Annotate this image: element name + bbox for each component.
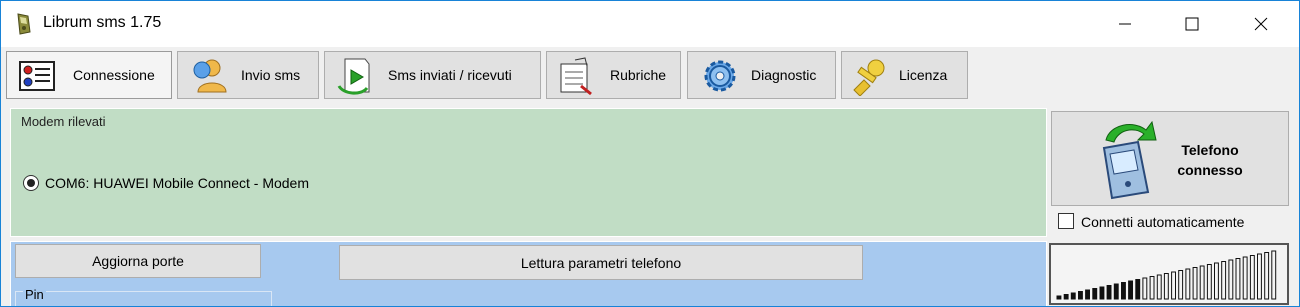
signal-bar [1163,273,1169,300]
modem-panel: Modem rilevati COM6: HUAWEI Mobile Conne… [10,108,1047,237]
signal-bar [1135,279,1141,300]
signal-meter [1049,243,1289,305]
signal-bar [1056,295,1062,300]
tab-label: Licenza [899,67,948,83]
signal-bar [1249,255,1255,300]
title-bar: Librum sms 1.75 [1,1,1299,47]
signal-bar [1070,292,1076,300]
tab-label: Diagnostic [751,67,817,83]
app-window: Librum sms 1.75 Connessione Invio sms Sm… [0,0,1300,307]
signal-bar [1206,264,1212,300]
address-book-icon [560,57,592,96]
pin-group-title: Pin [23,287,46,302]
pin-group [15,291,272,306]
tab-sms-inviati-ricevuti[interactable]: Sms inviati / ricevuti [324,51,541,99]
close-button[interactable] [1238,1,1284,47]
signal-bar [1092,288,1098,300]
tab-label: Rubriche [610,67,667,83]
tab-licenza[interactable]: Licenza [841,51,968,99]
signal-bar [1142,277,1148,300]
minimize-icon [1119,23,1131,25]
toolbar: Connessione Invio sms Sms inviati / rice… [1,47,1299,107]
signal-bar [1264,252,1270,300]
signal-bar [1149,276,1155,300]
signal-bar [1242,256,1248,300]
auto-connect-label[interactable]: Connetti automaticamente [1081,214,1244,230]
modem-radio-label[interactable]: COM6: HUAWEI Mobile Connect - Modem [45,175,309,191]
close-icon [1254,17,1268,31]
phone-label-line1: Telefono [1181,142,1239,158]
signal-bar [1085,289,1090,300]
phone-connect-button[interactable]: Telefono connesso [1051,111,1289,206]
tab-rubriche[interactable]: Rubriche [546,51,681,99]
refresh-ports-button[interactable]: Aggiorna porte [15,244,261,278]
tab-invio-sms[interactable]: Invio sms [177,51,319,99]
sms-book-icon [17,13,31,35]
signal-bar [1192,267,1198,300]
signal-bar [1063,294,1069,300]
signal-bar [1271,250,1277,300]
signal-bar [1199,265,1205,300]
signal-bar [1221,261,1227,300]
signal-bar [1156,274,1162,300]
maximize-icon [1185,17,1199,31]
tab-label: Sms inviati / ricevuti [388,67,512,83]
keys-icon [853,59,885,96]
gear-icon [704,60,736,92]
tab-connessione[interactable]: Connessione [6,51,172,99]
phone-connect-label: Telefono connesso [1164,140,1256,180]
connection-icon [19,61,55,91]
signal-bar [1214,262,1219,300]
signal-bar [1113,283,1119,300]
phone-label-line2: connesso [1177,162,1243,178]
modem-radio[interactable] [23,175,39,191]
signal-bar [1171,271,1176,300]
tab-label: Invio sms [241,67,301,83]
tab-diagnostic[interactable]: Diagnostic [687,51,836,99]
modem-group-title: Modem rilevati [21,114,106,129]
mobile-phone-icon [1102,120,1157,200]
signal-bar [1257,253,1262,300]
signal-bar [1178,270,1184,300]
send-sms-icon [193,59,227,93]
signal-bar [1128,280,1133,300]
minimize-button[interactable] [1102,1,1148,47]
read-phone-params-button[interactable]: Lettura parametri telefono [339,245,863,280]
signal-bar [1078,291,1083,300]
window-title: Librum sms 1.75 [43,14,162,31]
signal-bar [1106,285,1112,300]
signal-bar [1185,268,1191,300]
signal-bar [1235,258,1241,300]
maximize-button[interactable] [1169,1,1215,47]
radio-selected-dot [27,179,35,187]
signal-bar [1228,259,1234,300]
signal-bar [1121,282,1126,300]
auto-connect-checkbox[interactable] [1058,213,1074,229]
signal-strength-icon [1056,250,1277,300]
tab-label: Connessione [73,67,155,83]
sent-received-icon [337,58,370,95]
signal-bar [1099,286,1105,300]
